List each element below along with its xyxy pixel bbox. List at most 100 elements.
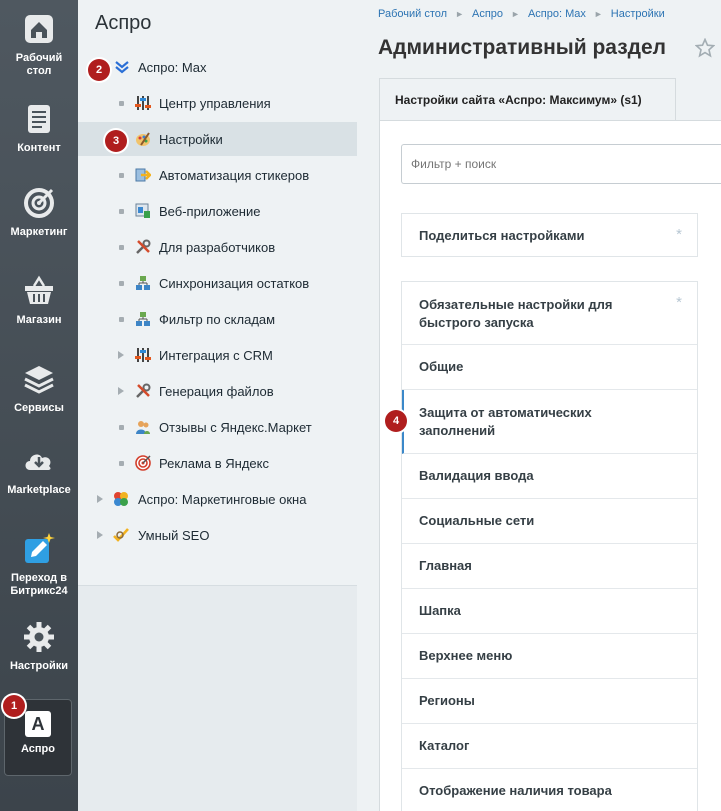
users-icon — [136, 421, 150, 434]
rail-item-content[interactable]: Контент — [0, 102, 78, 155]
settings-item-required-quick-start[interactable]: Обязательные настройки для быстрого запус… — [402, 282, 697, 345]
settings-item-label: Верхнее меню — [419, 648, 513, 663]
breadcrumb-separator-icon: ► — [455, 9, 464, 19]
breadcrumb: Рабочий стол ► Аспро ► Аспро: Max ► Настройки — [378, 8, 665, 20]
page-title: Административный раздел — [378, 36, 667, 59]
menu-item-aspro-max[interactable]: Аспро: Max — [78, 50, 357, 84]
rail-item-marketplace[interactable]: Marketplace — [0, 444, 78, 497]
rail-item-settings[interactable]: Настройки — [0, 620, 78, 673]
sticker-arrow-icon — [135, 168, 151, 182]
step-badge: 2 — [88, 59, 110, 81]
settings-item-regions[interactable]: Регионы — [402, 679, 697, 724]
layers-icon — [24, 366, 54, 394]
menu-item-label: Интеграция с CRM — [159, 347, 273, 363]
settings-item-main[interactable]: Главная — [402, 544, 697, 589]
rail-label: Магазин — [16, 314, 62, 326]
breadcrumb-item[interactable]: Настройки — [611, 8, 665, 20]
gear-icon — [24, 622, 54, 652]
share-settings-label: Поделиться настройками — [419, 228, 585, 243]
menu-item-file-generation[interactable]: Генерация файлов — [78, 374, 357, 408]
palette-icon — [136, 132, 150, 146]
menu-item-label: Центр управления — [159, 95, 271, 111]
bullet — [119, 425, 124, 430]
bullet — [119, 317, 124, 322]
rail-item-marketing[interactable]: Маркетинг — [0, 186, 78, 239]
menu-item-aspro-marketing-windows[interactable]: Аспро: Маркетинговые окна — [78, 482, 357, 516]
rail-item-bitrix24[interactable]: Переход в Битрикс24 — [0, 532, 78, 598]
share-settings-item[interactable]: Поделиться настройками * — [402, 214, 697, 256]
menu-item-warehouse-filter[interactable]: Фильтр по складам — [78, 302, 357, 336]
expand-arrow-icon[interactable] — [97, 531, 103, 539]
menu-item-yandex-reviews[interactable]: Отзывы с Яндекс.Маркет — [78, 410, 357, 444]
menu-title: Аспро — [95, 12, 152, 34]
settings-item-social-networks[interactable]: Социальные сети — [402, 499, 697, 544]
bullet — [119, 461, 124, 466]
menu-item-control-center[interactable]: Центр управления — [78, 86, 357, 120]
rail-label: Сервисы — [14, 402, 64, 414]
edit-sparkle-icon — [25, 533, 55, 563]
tools-icon — [136, 383, 151, 398]
share-settings-card[interactable]: Поделиться настройками * — [401, 213, 698, 257]
bullet — [119, 173, 124, 178]
pin-icon[interactable]: * — [676, 226, 682, 243]
menu-item-stock-sync[interactable]: Синхронизация остатков — [78, 266, 357, 300]
settings-item-line: быстрого запуска — [419, 315, 534, 330]
menu-item-crm-integration[interactable]: Интеграция с CRM — [78, 338, 357, 372]
expand-arrow-icon[interactable] — [118, 351, 124, 359]
left-navigation-rail: Рабочий стол Контент Маркетинг Магазин С… — [0, 0, 78, 811]
settings-item-catalog[interactable]: Каталог — [402, 724, 697, 769]
rail-item-services[interactable]: Сервисы — [0, 362, 78, 415]
home-icon — [25, 15, 53, 43]
settings-list: Обязательные настройки для быстрого запус… — [401, 281, 698, 811]
menu-item-developers[interactable]: Для разработчиков — [78, 230, 357, 264]
pin-icon[interactable]: * — [676, 294, 682, 311]
settings-item-top-menu[interactable]: Верхнее меню — [402, 634, 697, 679]
breadcrumb-separator-icon: ► — [593, 9, 603, 19]
windows-color-icon — [114, 492, 128, 506]
settings-item-general[interactable]: Общие — [402, 345, 697, 390]
settings-item-stock-display[interactable]: Отображение наличия товара — [402, 769, 697, 811]
settings-item-label: Главная — [419, 558, 472, 573]
settings-item-auto-fill-protection[interactable]: Защита от автоматических заполнений — [402, 390, 697, 454]
settings-item-header[interactable]: Шапка — [402, 589, 697, 634]
settings-item-label: Общие — [419, 359, 464, 374]
breadcrumb-separator-icon: ► — [511, 9, 520, 19]
rail-label: Аспро — [21, 743, 55, 755]
rail-item-desktop[interactable]: Рабочий стол — [0, 12, 78, 78]
menu-item-label: Умный SEO — [138, 527, 210, 543]
tab-site-settings[interactable]: Настройки сайта «Аспро: Максимум» (s1) — [379, 78, 676, 120]
menu-item-smart-seo[interactable]: Умный SEO — [78, 518, 357, 552]
rail-label: Контент — [17, 142, 61, 154]
menu-item-label: Реклама в Яндекс — [159, 455, 269, 471]
menu-item-label: Автоматизация стикеров — [159, 167, 310, 183]
aspro-menu-panel: Аспро Аспро: Max Центр управления Настро… — [78, 0, 357, 811]
bullet — [119, 101, 124, 106]
breadcrumb-item[interactable]: Аспро: Max — [528, 8, 586, 20]
settings-item-line: Защита от автоматических — [419, 405, 592, 420]
breadcrumb-item[interactable]: Аспро — [472, 8, 503, 20]
filter-search-input[interactable] — [401, 144, 721, 184]
settings-item-label: Отображение наличия товара — [419, 783, 612, 798]
aspro-max-logo-icon — [115, 61, 129, 74]
rail-label: стол — [26, 65, 52, 77]
document-icon — [28, 105, 50, 133]
menu-item-label: Аспро: Маркетинговые окна — [138, 491, 307, 507]
menu-item-sticker-automation[interactable]: Автоматизация стикеров — [78, 158, 357, 192]
menu-item-yandex-ads[interactable]: Реклама в Яндекс — [78, 446, 357, 480]
breadcrumb-item[interactable]: Рабочий стол — [378, 8, 447, 20]
settings-item-input-validation[interactable]: Валидация ввода — [402, 454, 697, 499]
rail-item-shop[interactable]: Магазин — [0, 274, 78, 327]
menu-item-label: Генерация файлов — [159, 383, 274, 399]
basket-icon — [25, 275, 53, 304]
rail-label: Рабочий — [15, 52, 63, 64]
web-app-icon — [135, 203, 150, 218]
bullet — [119, 245, 124, 250]
main-content: Рабочий стол ► Аспро ► Аспро: Max ► Настройки … — [358, 0, 721, 811]
menu-item-label: Настройки — [159, 131, 223, 147]
star-icon[interactable] — [695, 38, 715, 58]
expand-arrow-icon[interactable] — [97, 495, 103, 503]
menu-item-label: Фильтр по складам — [159, 311, 276, 327]
settings-item-label: Социальные сети — [419, 513, 535, 528]
menu-item-web-app[interactable]: Веб-приложение — [78, 194, 357, 228]
expand-arrow-icon[interactable] — [118, 387, 124, 395]
